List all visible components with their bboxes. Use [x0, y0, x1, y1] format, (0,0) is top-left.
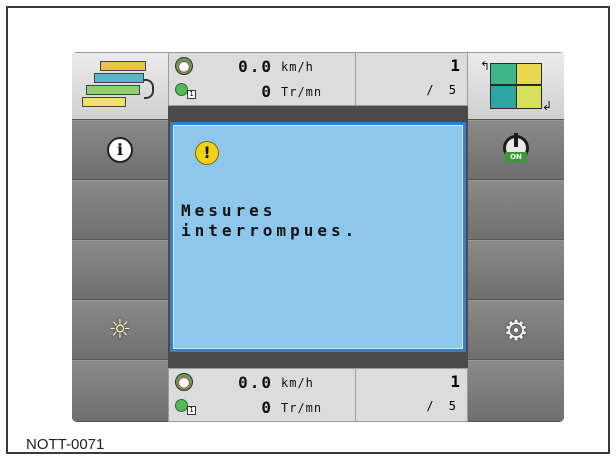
right-soft-key-6[interactable] [468, 360, 564, 422]
rpm-icon: 1 [175, 397, 197, 417]
figure-caption: NOTT-0071 [26, 436, 105, 453]
top-status-bar: 0.0 km/h 1 0 Tr/mn 1 / 5 [168, 52, 468, 106]
terminal-screen: i ☼ ↰ ↲ ON ⚙ 0.0 km/h 1 0 Tr/mn 1 / 5 ! … [72, 52, 564, 422]
speedometer-icon [175, 373, 193, 391]
rpm-value: 0 [261, 398, 273, 417]
alert-dialog[interactable]: ! Mesures interrompues. [170, 122, 466, 352]
speed-value: 0.0 [238, 57, 273, 76]
rpm-unit: Tr/mn [281, 401, 323, 415]
field-map-button[interactable]: ↰ ↲ [468, 52, 564, 120]
rpm-row: 1 0 Tr/mn [169, 79, 355, 105]
right-soft-key-4[interactable] [468, 240, 564, 300]
page-current: 1 [450, 56, 460, 75]
field-map-icon: ↰ ↲ [480, 59, 553, 113]
page-total: / 5 [426, 399, 460, 413]
speed-unit: km/h [281, 60, 314, 74]
power-button[interactable]: ON [468, 120, 564, 180]
speedometer-icon [175, 57, 193, 75]
page-total-box: / 5 [356, 79, 468, 105]
rpm-icon: 1 [175, 81, 197, 101]
info-icon: i [107, 137, 133, 163]
info-button[interactable]: i [72, 120, 168, 180]
speed-row: 0.0 km/h [169, 370, 355, 396]
power-on-icon: ON [501, 133, 531, 165]
left-button-column: i ☼ [72, 52, 168, 422]
page-total-box: / 5 [356, 395, 468, 421]
rpm-row: 1 0 Tr/mn [169, 395, 355, 421]
seeder-fields-icon [80, 59, 160, 115]
page-total: / 5 [426, 83, 460, 97]
page-indicator: 1 [356, 54, 468, 80]
warning-icon: ! [195, 141, 219, 165]
settings-gear-icon: ⚙ [503, 313, 529, 347]
speed-unit: km/h [281, 376, 314, 390]
page-indicator: 1 [356, 370, 468, 396]
left-soft-key-6[interactable] [72, 360, 168, 422]
left-soft-key-4[interactable] [72, 240, 168, 300]
rpm-value: 0 [261, 82, 273, 101]
page-current: 1 [450, 372, 460, 391]
speed-row: 0.0 km/h [169, 54, 355, 80]
brightness-button[interactable]: ☼ [72, 300, 168, 360]
settings-button[interactable]: ⚙ [468, 300, 564, 360]
bottom-status-bar: 0.0 km/h 1 0 Tr/mn 1 / 5 [168, 368, 468, 422]
right-soft-key-3[interactable] [468, 180, 564, 240]
right-button-column: ↰ ↲ ON ⚙ [468, 52, 564, 422]
left-soft-key-3[interactable] [72, 180, 168, 240]
figure-frame: i ☼ ↰ ↲ ON ⚙ 0.0 km/h 1 0 Tr/mn 1 / 5 ! … [6, 6, 610, 454]
speed-value: 0.0 [238, 373, 273, 392]
brightness-icon: ☼ [108, 315, 132, 345]
rpm-unit: Tr/mn [281, 85, 323, 99]
seeder-view-button[interactable] [72, 52, 168, 120]
alert-message: Mesures interrompues. [181, 201, 359, 240]
